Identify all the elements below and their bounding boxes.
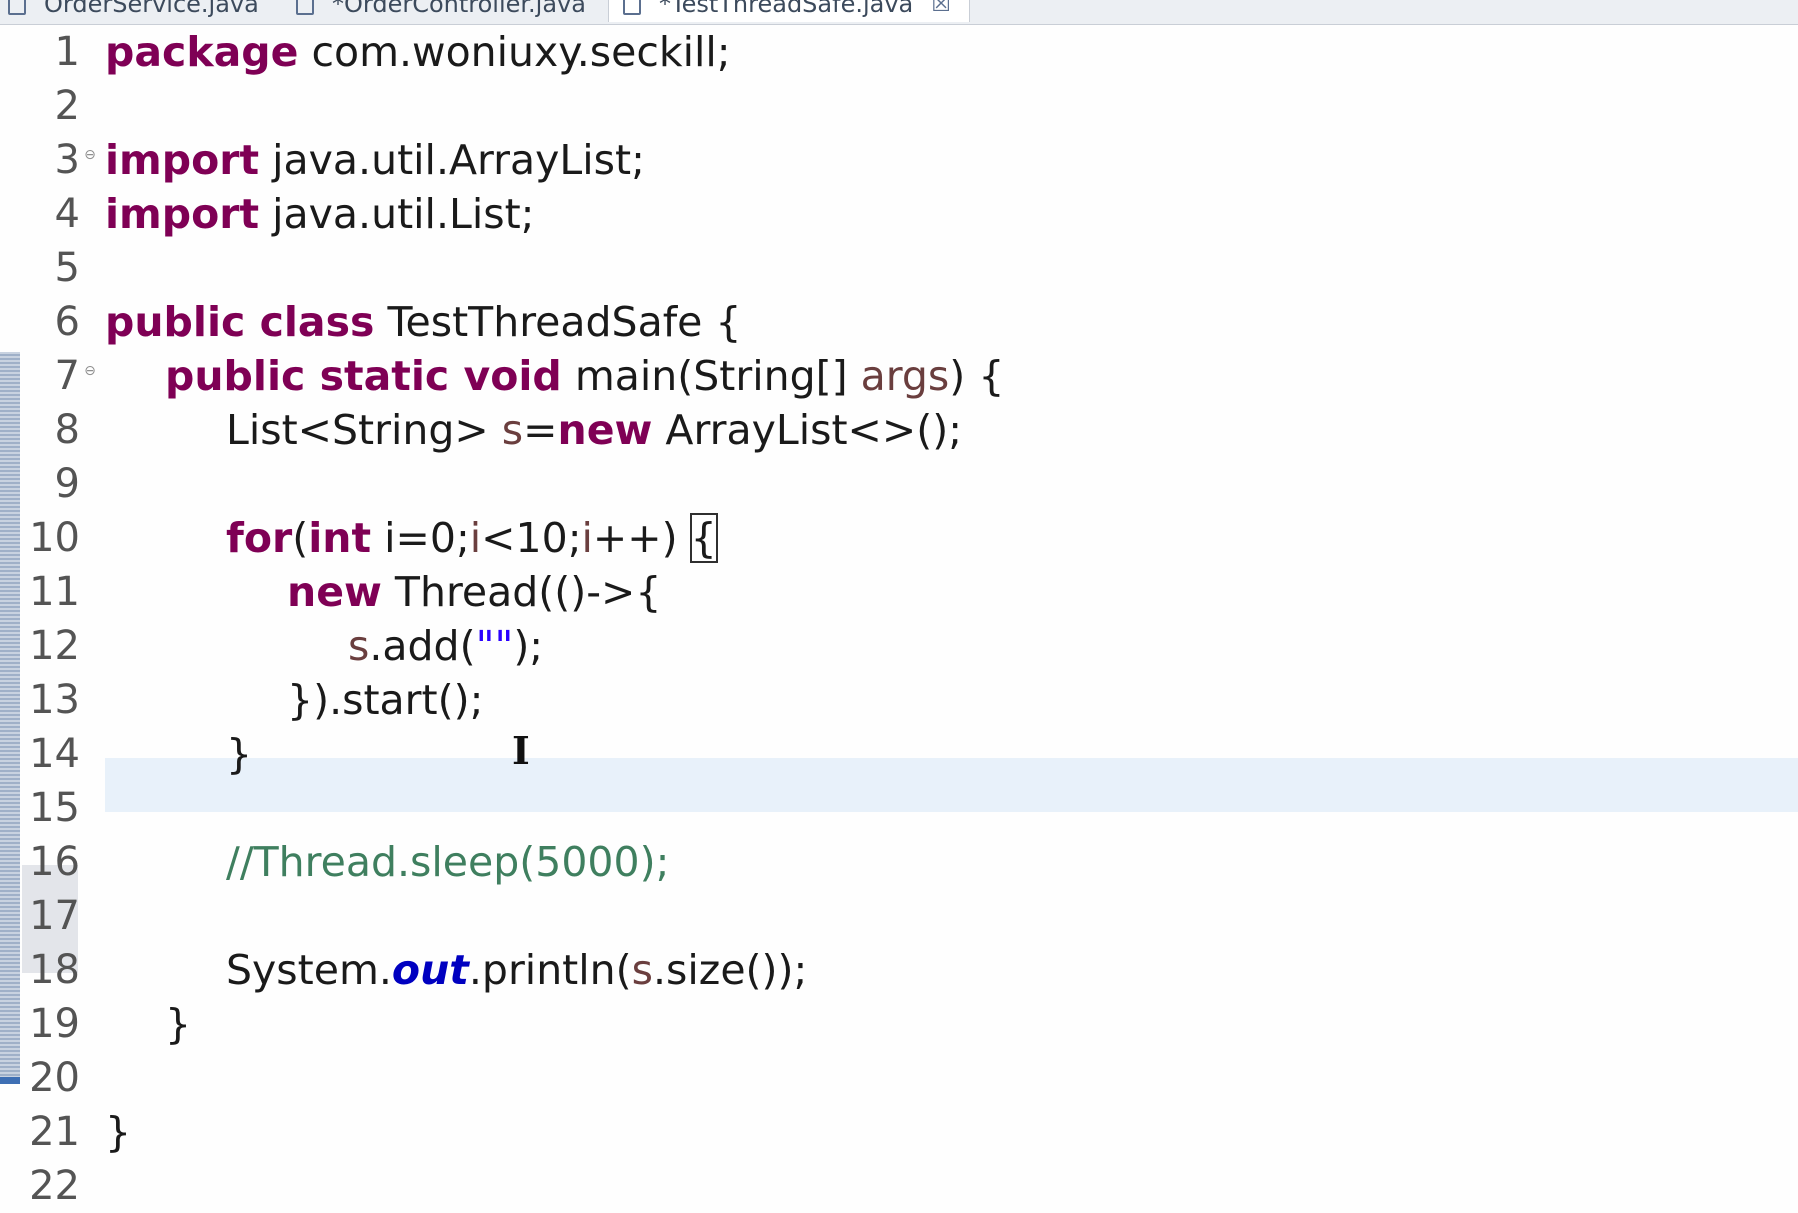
fold-collapse-icon[interactable]: ⊖: [80, 145, 100, 165]
code-line-18: System.out.println(s.size());: [226, 943, 807, 997]
parameter: args: [860, 352, 950, 400]
code-token: main(String[]: [561, 352, 861, 400]
close-icon[interactable]: ☒: [931, 0, 951, 17]
line-number: 13: [29, 677, 80, 723]
code-line-10: for(int i=0;i<10;i++) {: [226, 511, 718, 565]
keyword: for: [226, 514, 293, 562]
code-token: <10;: [481, 514, 582, 562]
line-number: 19: [29, 1001, 80, 1047]
code-line-21: }: [105, 1105, 131, 1159]
code-token: (: [292, 514, 309, 562]
line-number: 15: [29, 785, 80, 831]
code-line-1: package com.woniuxy.seckill;: [105, 25, 731, 79]
line-number: 9: [54, 461, 80, 507]
code-token: .size());: [653, 946, 808, 994]
code-token: com.woniuxy.seckill;: [298, 28, 731, 76]
java-file-icon: [623, 0, 641, 15]
tab-order-controller[interactable]: *OrderController.java: [296, 0, 586, 22]
tab-label: *TestThreadSafe.java: [659, 0, 914, 18]
line-number: 1: [54, 29, 80, 75]
java-file-icon: [8, 0, 26, 15]
line-number: 7: [54, 353, 80, 399]
tab-order-service[interactable]: OrderService.java: [8, 0, 259, 22]
line-number: 21: [29, 1109, 80, 1155]
local-variable: s: [501, 406, 524, 454]
line-number: 10: [29, 515, 80, 561]
editor-tab-bar: OrderService.java *OrderController.java …: [0, 0, 1798, 25]
line-number: 22: [29, 1163, 80, 1209]
code-line-8: List<String> s=new ArrayList<>();: [226, 403, 962, 457]
code-line-11: new Thread(()->{: [287, 565, 662, 619]
code-token: .println(: [468, 946, 632, 994]
code-editor[interactable]: 1 2 3 ⊖ 4 5 6 7 ⊖ 8 9 10 11 12 13 14 15 …: [0, 25, 1798, 1209]
keyword: new: [557, 406, 653, 454]
keyword: int: [308, 514, 372, 562]
line-number: 16: [29, 839, 80, 885]
code-line-7: public static void main(String[] args) {: [165, 349, 1004, 403]
code-token: ) {: [949, 352, 1005, 400]
fold-collapse-icon[interactable]: ⊖: [80, 361, 100, 381]
line-number: 8: [54, 407, 80, 453]
code-token: }: [165, 1000, 192, 1048]
comment: //Thread.sleep(5000);: [226, 838, 670, 886]
code-line-12: s.add("");: [348, 619, 543, 673]
keyword: import: [105, 190, 260, 238]
tab-label: OrderService.java: [44, 0, 259, 18]
code-line-4: import java.util.List;: [105, 187, 534, 241]
code-token: i=0;: [371, 514, 470, 562]
code-line-19: }: [165, 997, 191, 1051]
line-number: 6: [54, 299, 80, 345]
keyword: public static void: [165, 352, 562, 400]
code-token: }: [105, 1108, 132, 1156]
keyword: new: [287, 568, 382, 616]
code-token: ++): [592, 514, 691, 562]
text-cursor-icon: I: [512, 728, 530, 773]
change-ruler-marker: [0, 1077, 20, 1084]
line-number: 5: [54, 245, 80, 291]
code-line-6: public class TestThreadSafe {: [105, 295, 741, 349]
code-line-16: //Thread.sleep(5000);: [226, 835, 669, 889]
local-variable: i: [581, 514, 593, 562]
static-field: out: [391, 946, 469, 994]
code-line-14: }: [226, 727, 252, 781]
code-token: TestThreadSafe {: [374, 298, 742, 346]
tab-test-thread-safe[interactable]: *TestThreadSafe.java ☒: [608, 0, 970, 22]
code-line-3: import java.util.ArrayList;: [105, 133, 645, 187]
local-variable: s: [631, 946, 654, 994]
line-number: 14: [29, 731, 80, 777]
code-token: Thread(()->{: [381, 568, 662, 616]
code-token: System.: [226, 946, 392, 994]
current-line-highlight: [105, 758, 1798, 812]
line-number: 12: [29, 623, 80, 669]
code-token: .add(: [369, 622, 476, 670]
keyword: package: [105, 28, 299, 76]
line-number: 18: [29, 947, 80, 993]
java-file-icon: [296, 0, 314, 15]
code-token: }: [226, 730, 253, 778]
tab-label: *OrderController.java: [332, 0, 586, 18]
code-line-13: }).start();: [287, 673, 483, 727]
code-token: ArrayList<>();: [652, 406, 963, 454]
code-token: }).start();: [287, 676, 484, 724]
line-number: 2: [54, 83, 80, 129]
line-number: 11: [29, 569, 80, 615]
local-variable: i: [469, 514, 482, 562]
string-literal: "": [475, 622, 514, 670]
code-token: =: [523, 406, 558, 454]
matching-bracket: {: [689, 513, 718, 563]
keyword: public class: [105, 298, 375, 346]
line-number: 4: [54, 191, 80, 237]
line-number: 17: [29, 893, 80, 939]
change-ruler: [0, 352, 20, 1084]
code-token: java.util.ArrayList;: [259, 136, 645, 184]
line-number: 3: [54, 137, 80, 183]
line-number: 20: [29, 1055, 80, 1101]
code-token: List<String>: [226, 406, 502, 454]
keyword: import: [105, 136, 260, 184]
local-variable: s: [348, 622, 370, 670]
code-token: );: [513, 622, 544, 670]
code-token: java.util.List;: [259, 190, 535, 238]
